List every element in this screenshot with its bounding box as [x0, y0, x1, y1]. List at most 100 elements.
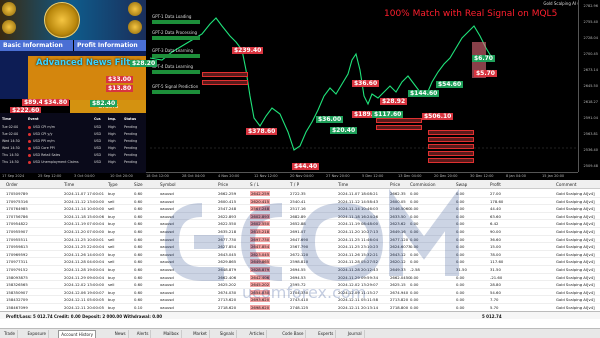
table-cell: 0.00	[456, 274, 465, 280]
table-cell: 2642.406	[250, 274, 271, 280]
column-header[interactable]: Price	[390, 182, 400, 187]
table-cell: 2633.50	[390, 213, 406, 219]
table-cell: 2024.12.09 11:15:27	[338, 289, 378, 295]
table-cell: xauusd	[160, 244, 174, 250]
table-cell: sell	[108, 244, 115, 250]
table-cell: 2024.11.18 16:24:26	[338, 213, 378, 219]
price-chart[interactable]: Gold Scalping AI (H1) 100% Match with Re…	[0, 0, 600, 180]
table-cell: 2674.030	[218, 289, 237, 295]
table-cell: 0.00	[456, 191, 465, 196]
column-header[interactable]: Comment	[556, 182, 577, 187]
profit-info-header[interactable]: Profit Information	[74, 40, 146, 51]
table-cell: Gold Scalping AI[v4]	[556, 236, 595, 242]
table-cell: 170975316	[6, 198, 28, 204]
column-header[interactable]: Symbol	[160, 182, 176, 187]
table-cell: 2517.16	[290, 206, 306, 212]
table-cell: buy	[108, 267, 116, 272]
column-header[interactable]: Time	[64, 182, 74, 187]
tab-news[interactable]: News	[113, 330, 129, 338]
table-cell: 0.60	[134, 213, 143, 219]
tab-alerts[interactable]: Alerts	[135, 330, 152, 338]
table-cell: 2674.940	[390, 289, 409, 295]
table-cell: buy	[108, 251, 116, 257]
trade-annotation	[376, 118, 422, 123]
column-header[interactable]: Size	[134, 182, 143, 187]
price-label: 2700.45	[583, 52, 598, 56]
tab-code-base[interactable]: Code Base	[280, 330, 307, 338]
table-cell: 2024.11.19 08:48:00	[338, 221, 378, 227]
tab-account-history[interactable]: Account History	[58, 330, 96, 338]
table-cell: 170979152	[6, 267, 28, 272]
price-label: 2673.14	[583, 68, 598, 72]
table-cell: buy	[108, 289, 116, 295]
table-cell: 2628.879	[250, 267, 271, 272]
table-cell: Gold Scalping AI[v4]	[556, 251, 595, 257]
column-header[interactable]: Price	[218, 182, 228, 187]
table-cell: 0.60	[134, 191, 143, 196]
gpt-progress-bar	[152, 90, 200, 94]
table-cell: xauusd	[160, 213, 174, 219]
table-cell: 2024.11.14 10:00:00	[64, 206, 104, 212]
news-events-table: Time Event Cur. Imp. Status Tue 02:00 USD…	[0, 113, 146, 173]
table-cell: 2024.11.28 05:27:52	[338, 259, 378, 265]
column-header[interactable]: S / L	[250, 182, 259, 187]
table-cell: 2625.202	[218, 282, 237, 288]
table-cell: 2598.810	[290, 259, 309, 265]
table-cell: 2620.12	[390, 259, 406, 265]
table-cell: 2024.11.18 15:00:06	[64, 213, 104, 219]
time-label: 3 Oct 04:00	[74, 174, 95, 178]
trade-profit-tag: $144.60	[408, 90, 440, 97]
table-cell: 0.60	[134, 229, 143, 234]
table-cell: 0.00	[410, 297, 419, 303]
table-cell: 2643.12	[390, 251, 406, 257]
column-header[interactable]: T / P	[290, 182, 299, 187]
column-header[interactable]: Swap	[456, 182, 467, 187]
table-cell: xauusd	[160, 282, 174, 288]
price-scale[interactable]: 2782.96 2755.40 2728.04 2700.45 2673.14 …	[578, 0, 600, 172]
tab-exposure[interactable]: Exposure	[26, 330, 50, 338]
time-label: 15 Jan 20:00	[542, 174, 565, 178]
table-cell: 2649.16	[390, 229, 406, 234]
table-cell: -21.60	[490, 274, 503, 280]
column-header[interactable]: Profit	[490, 182, 501, 187]
terminal-tabs: Trade Exposure Account History News Alerts Ma…	[0, 328, 600, 338]
gpt-signal-label: GPT-5 Signal Prediction	[152, 84, 199, 89]
table-cell: 2600.415	[218, 198, 237, 204]
trade-annotation	[428, 151, 474, 156]
profit-tag: $33.00	[106, 76, 134, 83]
table-cell: 117.60	[490, 259, 504, 265]
table-cell: 2024.12.11 20:13:14	[338, 305, 378, 310]
table-cell: 2629.865	[218, 259, 237, 265]
trade-profit-tag: $6.70	[472, 55, 495, 62]
table-cell: 2600.05	[390, 198, 406, 204]
table-cell: 2567.248	[250, 206, 271, 212]
table-cell: 2024.11.19 07:00:04	[64, 221, 104, 227]
table-cell: Gold Scalping AI[v4]	[556, 289, 595, 295]
table-cell: 2024.12.11 05:11:58	[338, 297, 378, 303]
tab-trade[interactable]: Trade	[2, 330, 18, 338]
table-cell: 6.42	[490, 221, 499, 227]
tab-market[interactable]: Market	[191, 330, 210, 338]
column-header[interactable]: Commission	[410, 182, 436, 187]
column-header[interactable]: Time	[338, 182, 348, 187]
time-scale[interactable]: 17 Sep 2024 25 Sep 12:00 3 Oct 04:00 10 …	[0, 172, 578, 180]
table-cell: 2643.045	[218, 251, 237, 257]
column-header[interactable]: Type	[108, 182, 118, 187]
price-label: 2645.50	[583, 84, 598, 88]
table-cell: 0.60	[134, 244, 143, 250]
price-label: 2782.96	[583, 4, 598, 8]
table-cell: xauusd	[160, 206, 174, 212]
table-cell: 2662.0450	[390, 274, 411, 280]
tab-mailbox[interactable]: Mailbox	[161, 330, 182, 338]
account-history-table[interactable]: Order Time Type Size Symbol Price S / L …	[0, 180, 600, 328]
column-header[interactable]: Order	[6, 182, 18, 187]
table-cell: 28.80	[490, 282, 501, 288]
table-cell: buy	[108, 229, 116, 234]
table-cell: xauusd	[160, 305, 174, 310]
table-cell: 2024.11.07 18:08:21	[338, 191, 378, 196]
tab-articles[interactable]: Articles	[247, 330, 268, 338]
tab-experts[interactable]: Experts	[316, 330, 337, 338]
tab-signals[interactable]: Signals	[218, 330, 238, 338]
tab-journal[interactable]: Journal	[346, 330, 365, 338]
basic-info-header[interactable]: Basic Information	[0, 40, 73, 51]
